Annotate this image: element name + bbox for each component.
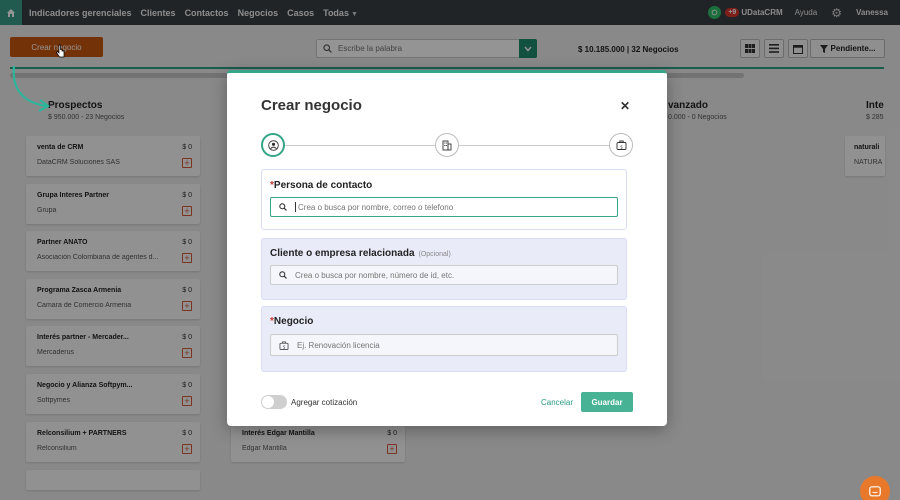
- create-deal-modal: Crear negocio ✕ $ *Persona de contacto C…: [227, 70, 667, 426]
- company-section: Cliente o empresa relacionada (Opcional): [261, 238, 627, 300]
- deal-section: *Negocio $: [261, 306, 627, 372]
- step-deal[interactable]: $: [609, 133, 633, 157]
- deal-label: *Negocio: [270, 316, 313, 327]
- step-company[interactable]: [435, 133, 459, 157]
- chat-icon: [869, 485, 881, 496]
- person-icon: [267, 139, 279, 151]
- close-icon[interactable]: ✕: [620, 99, 630, 113]
- modal-title: Crear negocio: [261, 97, 362, 114]
- contact-field[interactable]: [270, 197, 618, 217]
- deal-field[interactable]: $: [270, 334, 618, 356]
- text-caret: [295, 202, 296, 212]
- search-icon: [279, 271, 287, 279]
- stepper-line: [459, 145, 609, 146]
- contact-input[interactable]: [298, 202, 598, 212]
- deal-input[interactable]: [297, 340, 597, 350]
- briefcase-icon: $: [616, 140, 626, 150]
- quote-toggle[interactable]: [261, 395, 287, 409]
- step-contact[interactable]: [261, 133, 285, 157]
- stepper-line: [285, 145, 435, 146]
- contact-label: *Persona de contacto: [270, 180, 372, 191]
- mouse-cursor-icon: [56, 44, 65, 58]
- svg-text:$: $: [620, 144, 623, 150]
- company-label-text: Cliente o empresa relacionada: [270, 248, 415, 259]
- search-icon: [279, 203, 287, 211]
- contact-label-text: Persona de contacto: [273, 180, 373, 191]
- building-icon: [442, 140, 452, 150]
- chat-support-button[interactable]: [860, 476, 890, 500]
- save-button[interactable]: Guardar: [581, 392, 633, 412]
- deal-label-text: Negocio: [273, 316, 314, 327]
- company-label: Cliente o empresa relacionada (Opcional): [270, 248, 451, 259]
- toggle-knob: [262, 396, 274, 408]
- tutorial-arrow-icon: [12, 65, 51, 112]
- optional-tag: (Opcional): [418, 251, 451, 258]
- company-input[interactable]: [295, 270, 595, 280]
- company-field[interactable]: [270, 265, 618, 285]
- quote-toggle-label: Agregar cotización: [291, 398, 358, 407]
- contact-section: *Persona de contacto: [261, 169, 627, 230]
- cancel-button[interactable]: Cancelar: [541, 398, 573, 407]
- briefcase-icon: $: [279, 340, 289, 350]
- svg-text:$: $: [283, 344, 286, 349]
